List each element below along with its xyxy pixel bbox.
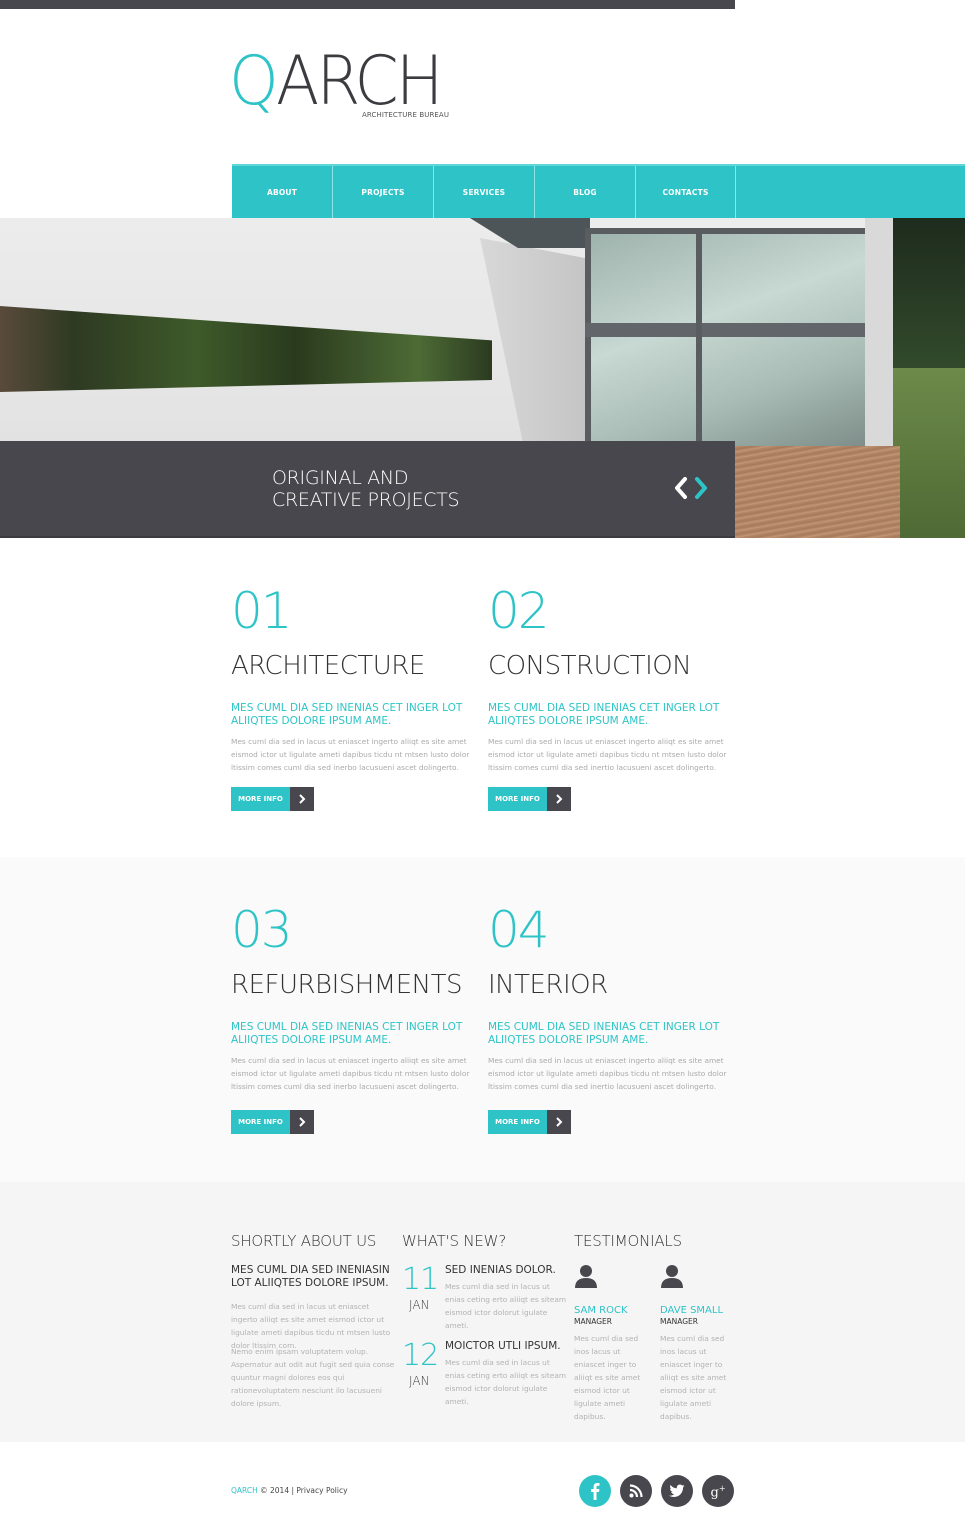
user-icon bbox=[661, 1265, 683, 1288]
testimonial-name: DAVE SMALL bbox=[660, 1305, 724, 1316]
user-icon bbox=[575, 1265, 597, 1288]
service-body: Mes cuml dia sed in lacus ut eniascet in… bbox=[488, 1056, 727, 1091]
services-row-2: 03 REFURBISHMENTS MES CUML DIA SED INENI… bbox=[0, 857, 965, 1182]
privacy-policy-link[interactable]: Privacy Policy bbox=[296, 1486, 347, 1495]
service-subtitle: MES CUML DIA SED INENIAS CET INGER LOT A… bbox=[488, 1021, 720, 1046]
service-card: 04 INTERIOR MES CUML DIA SED INENIAS CET… bbox=[488, 902, 733, 1093]
news-title-link[interactable]: MOICTOR UTLI IPSUM. bbox=[445, 1340, 561, 1353]
news-body: Mes cuml dia sed in lacus ut enias cetin… bbox=[445, 1358, 567, 1406]
hero-grass bbox=[893, 368, 965, 538]
slider-caption-title: ORIGINAL AND CREATIVE PROJECTS bbox=[272, 467, 460, 511]
testimonial-role: MANAGER bbox=[660, 1317, 698, 1326]
about-paragraph: Nemo enim ipsam voluptatem volup. Aspern… bbox=[231, 1347, 395, 1408]
service-number: 03 bbox=[231, 901, 293, 959]
hero-mountain bbox=[893, 218, 965, 368]
service-title: INTERIOR bbox=[488, 970, 608, 1000]
google-plus-icon[interactable]: g+ bbox=[702, 1475, 734, 1507]
logo-tagline: ARCHITECTURE BUREAU bbox=[362, 111, 450, 119]
footer-brand-link[interactable]: QARCH bbox=[231, 1486, 258, 1495]
top-bar bbox=[0, 0, 735, 9]
news-day: 12 bbox=[402, 1338, 439, 1373]
testimonial-body: Mes cuml dia sed inos lacus ut eniascet … bbox=[660, 1334, 727, 1421]
logo[interactable]: QARCH ARCHITECTURE BUREAU bbox=[229, 44, 459, 124]
hero-glass-window bbox=[585, 228, 875, 453]
service-card: 01 ARCHITECTURE MES CUML DIA SED INENIAS… bbox=[231, 583, 476, 774]
news-month: JAN bbox=[409, 1298, 430, 1312]
testimonial-name: SAM ROCK bbox=[574, 1305, 628, 1316]
nav-item-blog[interactable]: BLOG bbox=[535, 166, 636, 218]
hero-window-frame bbox=[696, 228, 702, 453]
services-row-1: 01 ARCHITECTURE MES CUML DIA SED INENIAS… bbox=[0, 538, 965, 857]
info-section: SHORTLY ABOUT US MES CUML DIA SED INENIA… bbox=[0, 1182, 965, 1442]
service-subtitle: MES CUML DIA SED INENIAS CET INGER LOT A… bbox=[231, 702, 463, 727]
hero-window-frame bbox=[585, 323, 875, 337]
rss-icon[interactable] bbox=[620, 1475, 652, 1507]
service-number: 02 bbox=[488, 582, 550, 640]
news-day: 11 bbox=[402, 1262, 439, 1297]
copyright: QARCH © 2014 | Privacy Policy bbox=[231, 1486, 348, 1495]
facebook-icon[interactable] bbox=[579, 1475, 611, 1507]
service-title: ARCHITECTURE bbox=[231, 651, 425, 681]
nav-item-services[interactable]: SERVICES bbox=[434, 166, 535, 218]
social-links: g+ bbox=[579, 1475, 734, 1507]
more-info-button[interactable]: MORE INFO bbox=[231, 1110, 314, 1134]
about-title: SHORTLY ABOUT US bbox=[231, 1232, 377, 1250]
nav-item-about[interactable]: ABOUT bbox=[232, 166, 333, 218]
chevron-left-icon[interactable] bbox=[672, 476, 690, 500]
testimonials-title: TESTIMONIALS bbox=[574, 1232, 682, 1250]
service-card: 02 CONSTRUCTION MES CUML DIA SED INENIAS… bbox=[488, 583, 733, 774]
news-title-link[interactable]: SED INENIAS DOLOR. bbox=[445, 1264, 556, 1277]
slider-caption: ORIGINAL AND CREATIVE PROJECTS bbox=[0, 441, 735, 538]
about-subtitle: MES CUML DIA SED INENIASIN LOT ALIIQTES … bbox=[231, 1264, 390, 1289]
news-body: Mes cuml dia sed in lacus ut enias cetin… bbox=[445, 1282, 567, 1330]
more-info-button[interactable]: MORE INFO bbox=[488, 1110, 571, 1134]
nav-item-projects[interactable]: PROJECTS bbox=[333, 166, 434, 218]
chevron-right-icon[interactable] bbox=[692, 476, 710, 500]
service-title: REFURBISHMENTS bbox=[231, 970, 463, 1000]
chevron-right-icon bbox=[547, 787, 571, 811]
service-title: CONSTRUCTION bbox=[488, 651, 692, 681]
footer: QARCH © 2014 | Privacy Policy g+ bbox=[0, 1442, 965, 1539]
nav-item-contacts[interactable]: CONTACTS bbox=[636, 166, 736, 218]
service-number: 04 bbox=[488, 901, 550, 959]
service-subtitle: MES CUML DIA SED INENIAS CET INGER LOT A… bbox=[488, 702, 720, 727]
news-title: WHAT'S NEW? bbox=[402, 1232, 507, 1250]
chevron-right-icon bbox=[290, 787, 314, 811]
testimonial-role: MANAGER bbox=[574, 1317, 612, 1326]
logo-wordmark: QARCH bbox=[229, 42, 443, 121]
twitter-icon[interactable] bbox=[661, 1475, 693, 1507]
service-subtitle: MES CUML DIA SED INENIAS CET INGER LOT A… bbox=[231, 1021, 463, 1046]
chevron-right-icon bbox=[547, 1110, 571, 1134]
news-month: JAN bbox=[409, 1374, 430, 1388]
service-body: Mes cuml dia sed in lacus ut eniascet in… bbox=[231, 737, 470, 772]
slider-arrows bbox=[672, 476, 710, 500]
main-nav: ABOUT PROJECTS SERVICES BLOG CONTACTS bbox=[232, 164, 965, 218]
chevron-right-icon bbox=[290, 1110, 314, 1134]
more-info-button[interactable]: MORE INFO bbox=[488, 787, 571, 811]
service-card: 03 REFURBISHMENTS MES CUML DIA SED INENI… bbox=[231, 902, 476, 1093]
more-info-button[interactable]: MORE INFO bbox=[231, 787, 314, 811]
service-body: Mes cuml dia sed in lacus ut eniascet in… bbox=[231, 1056, 470, 1091]
testimonial: SAM ROCK MANAGER Mes cuml dia sed inos l… bbox=[574, 1264, 654, 1423]
service-number: 01 bbox=[231, 582, 293, 640]
testimonial-body: Mes cuml dia sed inos lacus ut eniascet … bbox=[574, 1334, 641, 1421]
service-body: Mes cuml dia sed in lacus ut eniascet in… bbox=[488, 737, 727, 772]
hero-pillar bbox=[865, 218, 893, 458]
testimonial: DAVE SMALL MANAGER Mes cuml dia sed inos… bbox=[660, 1264, 740, 1423]
